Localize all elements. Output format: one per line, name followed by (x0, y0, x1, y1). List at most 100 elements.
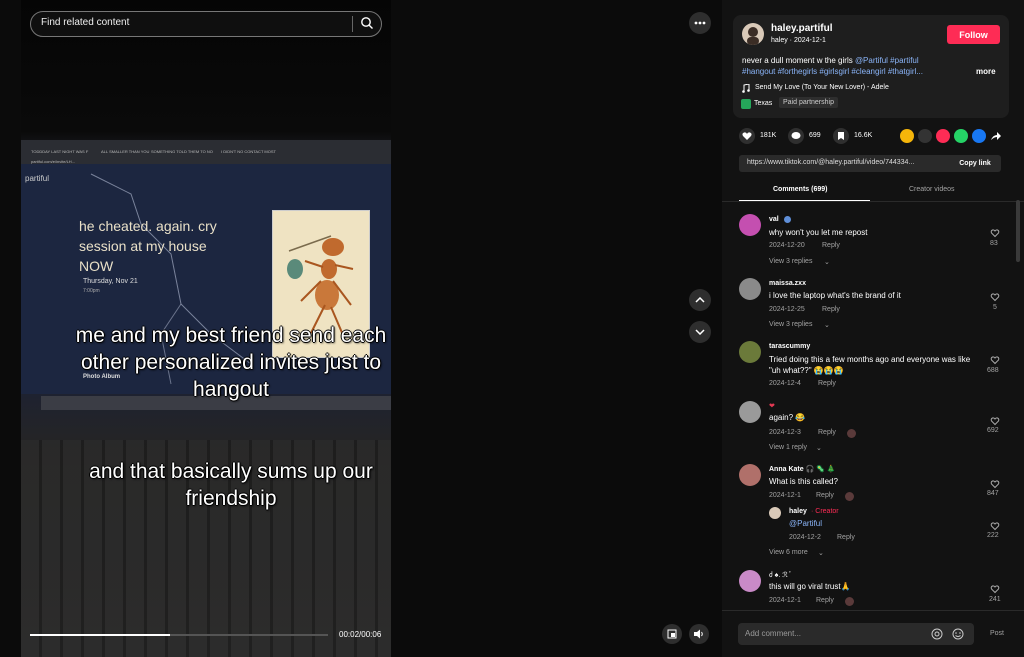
video-link-bar: https://www.tiktok.com/@haley.partiful/v… (739, 155, 1001, 172)
comment-text: i love the laptop what's the brand of it (769, 291, 901, 300)
video-invite-date: Thursday, Nov 21 (83, 278, 138, 285)
like-button[interactable] (739, 128, 755, 144)
comment-date: 2024-12-1 (769, 492, 801, 499)
reply-mention[interactable]: @Partiful (789, 519, 822, 528)
comment-user[interactable]: Anna Kate 🎧 🦠 🎄 (769, 465, 836, 473)
comment-avatar[interactable] (739, 278, 761, 300)
comment-user[interactable]: ძ ♠. ℛ ̊ (769, 571, 790, 579)
video-player[interactable]: TODDDAY LAST NIGHT WAS F ALL SMALLER THA… (21, 0, 391, 657)
heart-icon (742, 132, 752, 140)
comment-like-icon[interactable] (990, 479, 1000, 489)
comment-avatar[interactable] (739, 570, 761, 592)
post-description: never a dull moment w the girls @Partifu… (742, 56, 919, 65)
comment-input[interactable]: Add comment... (745, 629, 801, 638)
comment-like-count: 241 (989, 596, 1001, 603)
comments-scrollbar[interactable] (1016, 200, 1020, 262)
comment-user[interactable]: maissa.zxx (769, 280, 806, 287)
chevron-down-icon: ⌄ (816, 445, 822, 452)
embed-icon[interactable] (918, 129, 932, 143)
chevron-down-icon (695, 329, 705, 335)
reply-date: 2024-12-2 (789, 534, 821, 541)
comment-reply-button[interactable]: Reply (818, 380, 836, 387)
reply-reply-button[interactable]: Reply (837, 534, 855, 541)
description-tags-1[interactable]: @Partiful #partiful (855, 56, 919, 65)
reply-user[interactable]: haley (789, 508, 807, 515)
comment-input-box[interactable]: Add comment... (738, 623, 974, 645)
location-pin-icon (741, 99, 751, 109)
send-icon[interactable] (936, 129, 950, 143)
view-replies-button[interactable]: View 3 replies (769, 258, 812, 265)
comment-user[interactable]: val (769, 216, 779, 223)
video-time: 00:02/00:06 (339, 630, 382, 639)
reply-like-icon[interactable] (990, 521, 1000, 531)
video-progress-bar[interactable] (30, 634, 328, 636)
comment-reply-button[interactable]: Reply (822, 242, 840, 249)
person-icon (747, 27, 759, 45)
tab-comments[interactable]: Comments (699) (773, 186, 827, 193)
comment-button[interactable] (788, 128, 804, 144)
reply-avatar[interactable] (769, 507, 781, 519)
related-search-bar[interactable]: Find related content (30, 11, 382, 37)
more-options-button[interactable] (689, 12, 711, 34)
post-comment-button[interactable]: Post (990, 630, 1004, 637)
search-icon[interactable] (360, 16, 374, 30)
mention-icon[interactable] (931, 628, 943, 640)
view-replies-button[interactable]: View 3 replies (769, 321, 812, 328)
previous-video-button[interactable] (689, 289, 711, 311)
search-input[interactable]: Find related content (41, 17, 129, 28)
comment-count: 699 (809, 132, 821, 139)
comment-text: why won't you let me repost (769, 228, 868, 237)
speaker-icon (694, 629, 703, 639)
comment-avatar[interactable] (739, 341, 761, 363)
save-count: 16.6K (854, 132, 873, 139)
reply-like-count: 222 (987, 532, 999, 539)
creator-avatar[interactable] (742, 23, 764, 45)
comment-reply-button[interactable]: Reply (818, 429, 836, 436)
facebook-icon[interactable] (972, 129, 986, 143)
comment-avatar[interactable] (739, 401, 761, 423)
comment-date: 2024-12-3 (769, 429, 801, 436)
repost-icon[interactable] (900, 129, 914, 143)
tab-creator-videos[interactable]: Creator videos (909, 186, 955, 193)
comment-like-icon[interactable] (990, 292, 1000, 302)
location-label[interactable]: Texas (754, 100, 772, 107)
view-more-replies-button[interactable]: View 6 more (769, 549, 808, 556)
comment-reply-button[interactable]: Reply (816, 597, 834, 604)
music-title[interactable]: Send My Love (To Your New Lover) - Adele (755, 84, 889, 91)
share-arrow-icon[interactable] (990, 131, 1002, 141)
comment-user[interactable]: tarascummy (769, 343, 810, 350)
comment-reply-button[interactable]: Reply (822, 306, 840, 313)
comment-like-count: 692 (987, 427, 999, 434)
copy-link-button[interactable]: Copy link (949, 155, 1001, 172)
video-invite-time: 7:00pm (83, 288, 100, 294)
active-tab-indicator (739, 200, 870, 201)
follow-button[interactable]: Follow (947, 25, 1000, 44)
pip-button[interactable] (662, 624, 682, 644)
save-button[interactable] (833, 128, 849, 144)
bookmark-icon (838, 132, 844, 140)
whatsapp-icon[interactable] (954, 129, 968, 143)
view-replies-button[interactable]: View 1 reply (769, 444, 807, 451)
more-link[interactable]: more (976, 67, 996, 76)
comment-user[interactable]: ❤ (769, 402, 775, 410)
creator-subline: haley · 2024-12-1 (771, 37, 826, 44)
comment-like-icon[interactable] (990, 228, 1000, 238)
music-note-icon (742, 84, 750, 93)
video-tab-2: ALL SMALLER THAN YOU (101, 149, 150, 154)
video-link[interactable]: https://www.tiktok.com/@haley.partiful/v… (747, 159, 914, 166)
comment-like-icon[interactable] (990, 355, 1000, 365)
comment-avatar[interactable] (739, 464, 761, 486)
video-tab-4: I DIDN'T NO CONTACT MOST (221, 149, 276, 154)
comment-like-icon[interactable] (990, 416, 1000, 426)
description-tags-2[interactable]: #hangout #forthegirls #girlsgirl #cleang… (742, 67, 923, 76)
creator-tag-label: Creator (815, 508, 839, 515)
next-video-button[interactable] (689, 321, 711, 343)
emoji-icon[interactable] (952, 628, 964, 640)
comment-like-icon[interactable] (990, 584, 1000, 594)
comment-reply-button[interactable]: Reply (816, 492, 834, 499)
volume-button[interactable] (689, 624, 709, 644)
video-invite-heading: he cheated. again. cry session at my hou… (79, 218, 217, 274)
creator-username[interactable]: haley.partiful (771, 23, 833, 34)
comment-like-count: 847 (987, 490, 999, 497)
comment-avatar[interactable] (739, 214, 761, 236)
